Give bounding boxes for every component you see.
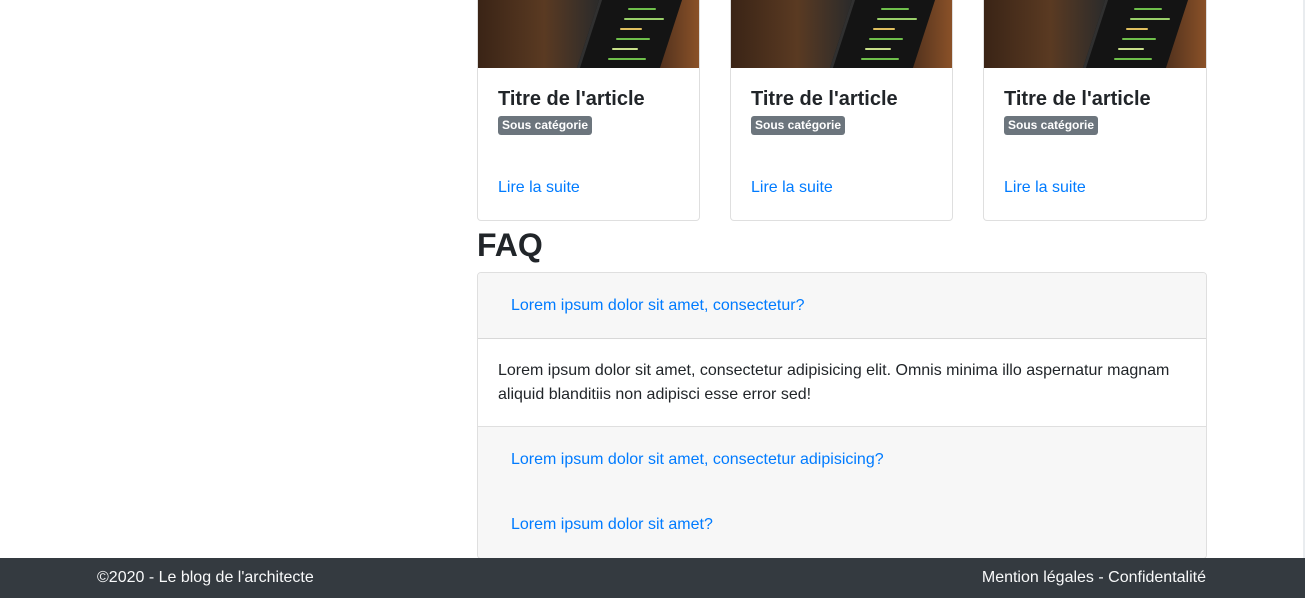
category-badge: Sous catégorie — [498, 116, 593, 135]
article-card: Titre de l'article Sous catégorie Lire l… — [477, 0, 700, 221]
article-image — [478, 0, 699, 68]
faq-question-link[interactable]: Lorem ipsum dolor sit amet, consectetur? — [511, 297, 804, 315]
article-title: Titre de l'article — [498, 88, 645, 110]
faq-question-header[interactable]: Lorem ipsum dolor sit amet, consectetur … — [478, 427, 1206, 493]
faq-question-header[interactable]: Lorem ipsum dolor sit amet? — [478, 492, 1206, 558]
read-more-link[interactable]: Lire la suite — [751, 179, 833, 197]
privacy-link[interactable]: Confidentalité — [1108, 569, 1206, 586]
faq-answer-text: Lorem ipsum dolor sit amet, consectetur … — [498, 362, 1170, 403]
footer-links: Mention légales - Confidentalité — [982, 569, 1206, 587]
faq-answer-panel: Lorem ipsum dolor sit amet, consectetur … — [478, 339, 1206, 427]
faq-question-link[interactable]: Lorem ipsum dolor sit amet? — [511, 516, 713, 534]
article-title: Titre de l'article — [751, 88, 898, 110]
faq-accordion: Lorem ipsum dolor sit amet, consectetur?… — [477, 272, 1207, 559]
read-more-link[interactable]: Lire la suite — [1004, 179, 1086, 197]
article-card: Titre de l'article Sous catégorie Lire l… — [730, 0, 953, 221]
read-more-link[interactable]: Lire la suite — [498, 179, 580, 197]
category-badge: Sous catégorie — [1004, 116, 1099, 135]
legal-notice-link[interactable]: Mention légales — [982, 569, 1094, 586]
faq-question-header[interactable]: Lorem ipsum dolor sit amet, consectetur? — [478, 273, 1206, 339]
footer-separator: - — [1093, 569, 1109, 586]
category-badge: Sous catégorie — [751, 116, 846, 135]
faq-heading: FAQ — [477, 227, 543, 263]
footer-copyright: ©2020 - Le blog de l'architecte — [97, 569, 314, 586]
article-image — [984, 0, 1206, 68]
article-title: Titre de l'article — [1004, 88, 1151, 110]
article-image — [731, 0, 952, 68]
page-footer: ©2020 - Le blog de l'architecte Mention … — [0, 558, 1305, 598]
faq-question-link[interactable]: Lorem ipsum dolor sit amet, consectetur … — [511, 451, 884, 469]
article-card: Titre de l'article Sous catégorie Lire l… — [983, 0, 1207, 221]
